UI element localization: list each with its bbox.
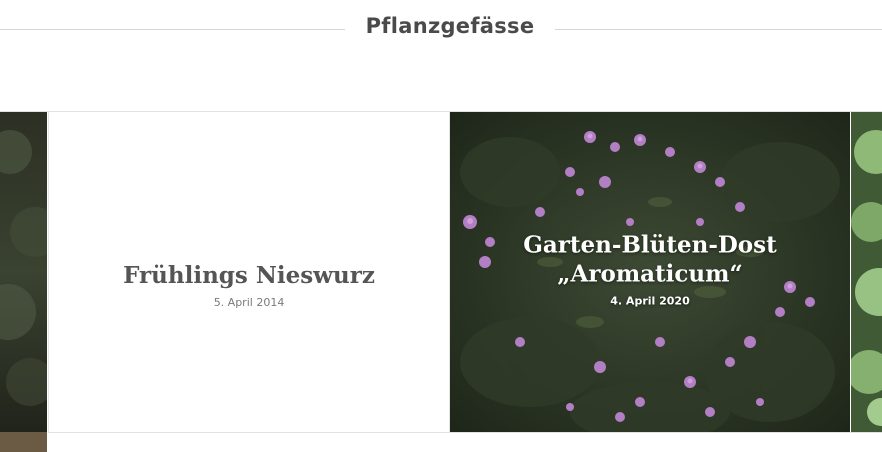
post-tile-previous-partial[interactable] bbox=[0, 112, 47, 432]
post-title-line-1: Garten-Blüten-Dost bbox=[523, 231, 777, 259]
post-thumbnail-image bbox=[851, 112, 882, 432]
post-tile-garten-bluten-dost[interactable]: Garten-Blüten-Dost „Aromaticum“ 4. April… bbox=[450, 112, 850, 432]
post-tile-next-partial[interactable] bbox=[851, 112, 882, 432]
post-thumbnail-image bbox=[0, 112, 47, 432]
post-tile-caption: Frühlings Nieswurz 5. April 2014 bbox=[49, 261, 449, 309]
section-title: Pflanzgefässe bbox=[365, 14, 535, 38]
post-title: Garten-Blüten-Dost „Aromaticum“ bbox=[470, 230, 830, 288]
post-date: 5. April 2014 bbox=[213, 295, 285, 309]
post-tile-caption: Garten-Blüten-Dost „Aromaticum“ 4. April… bbox=[450, 230, 850, 307]
post-title: Frühlings Nieswurz bbox=[123, 261, 375, 289]
post-tile-row2-partial[interactable] bbox=[0, 432, 47, 452]
section-divider-right bbox=[555, 29, 882, 30]
post-tile-fruehlings-nieswurz[interactable]: Frühlings Nieswurz 5. April 2014 bbox=[48, 112, 450, 432]
gallery-row-divider bbox=[48, 432, 882, 433]
section-header: Pflanzgefässe bbox=[0, 0, 882, 60]
post-date: 4. April 2020 bbox=[610, 294, 690, 308]
post-title-line-2: „Aromaticum“ bbox=[557, 260, 743, 288]
